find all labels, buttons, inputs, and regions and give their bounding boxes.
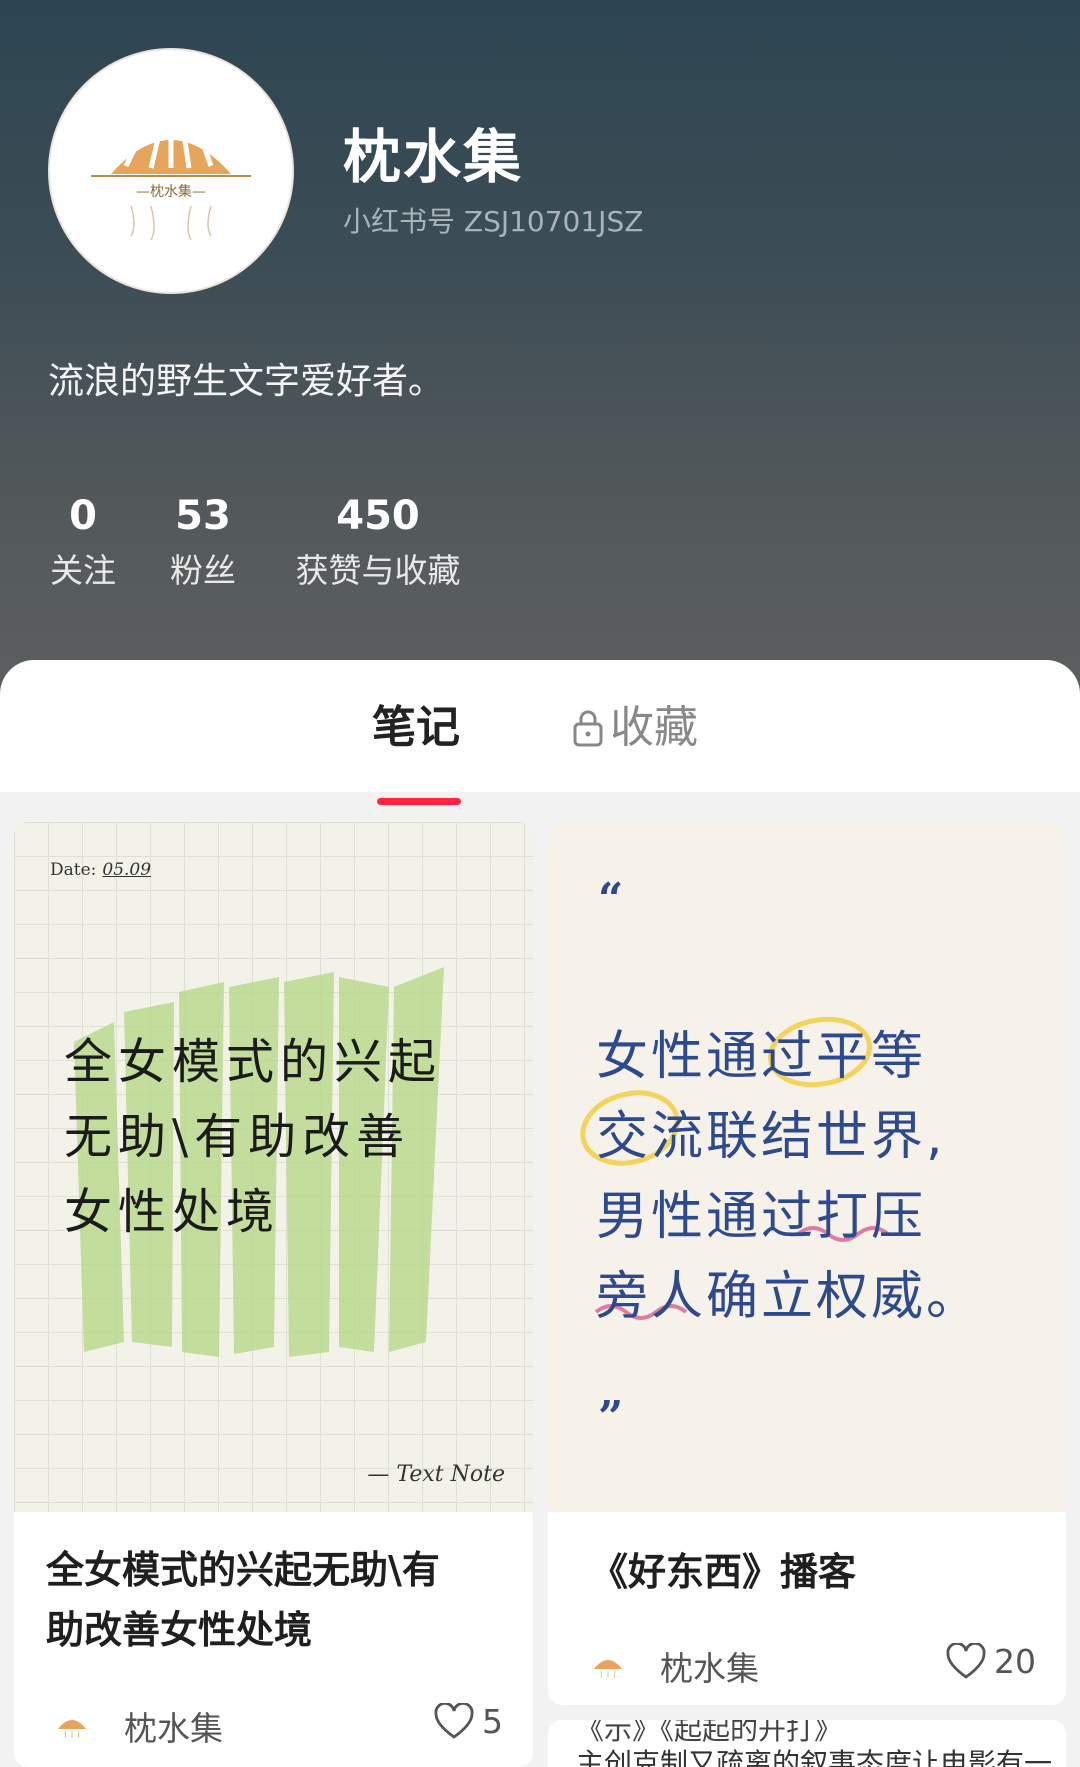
stat-following[interactable]: 0 关注 xyxy=(48,490,118,600)
close-quote-mark: ” xyxy=(598,1392,624,1443)
brand-logo-icon xyxy=(58,1720,86,1739)
cover-text-line: 旁人确立权威。 xyxy=(596,1267,982,1327)
cover-date: Date: 05.09 xyxy=(50,860,151,880)
cover-text-line: 女性处境 xyxy=(64,1184,281,1240)
cover-date-label: Date: xyxy=(50,860,97,880)
tab-bar: 笔记 收藏 xyxy=(0,660,1080,805)
tab-notes-label: 笔记 xyxy=(372,702,460,753)
stat-likes-collects[interactable]: 450 获赞与收藏 xyxy=(288,490,468,600)
tab-notes[interactable]: 笔记 xyxy=(372,698,461,805)
profile-id[interactable]: 小红书号 ZSJ10701JSZ xyxy=(343,200,643,240)
brand-logo-icon xyxy=(594,1660,622,1679)
note-card[interactable]: Date: 05.09 全女模式的兴起 无助\有助改善 女性处境 — Text N… xyxy=(14,822,533,1767)
heart-icon xyxy=(434,1702,474,1739)
stat-followers-label: 粉丝 xyxy=(170,551,236,590)
note-author[interactable]: 枕水集 xyxy=(590,1642,759,1690)
note-author[interactable]: 枕水集 xyxy=(54,1702,223,1750)
cover-text-line: 男性通过打压 xyxy=(596,1187,927,1247)
note-teaser-text: 主创克制又疏离的叙事态度让电影有一 xyxy=(576,1747,1053,1767)
cover-text-line: 交流联结世界, xyxy=(596,1107,946,1167)
like-count: 20 xyxy=(994,1642,1036,1681)
stat-likes-count: 450 xyxy=(336,493,420,539)
stat-likes-label: 获赞与收藏 xyxy=(295,551,461,590)
tab-collect[interactable]: 收藏 xyxy=(572,698,698,758)
stat-following-label: 关注 xyxy=(50,551,116,590)
note-title-line: 全女模式的兴起无助\有 xyxy=(46,1548,440,1592)
note-card[interactable]: “ 女性通过平等 交流联结世界, 男性通过打压 旁人确立权威。 ” 《好东西》播… xyxy=(548,822,1066,1705)
author-name: 枕水集 xyxy=(660,1649,759,1688)
note-cover-image[interactable]: “ 女性通过平等 交流联结世界, 男性通过打压 旁人确立权威。 ” xyxy=(548,822,1066,1512)
avatar[interactable]: —枕水集— xyxy=(48,48,294,294)
heart-icon xyxy=(946,1642,986,1679)
stat-following-count: 0 xyxy=(69,493,97,539)
profile-nickname: 枕水集 xyxy=(343,123,524,191)
author-name: 枕水集 xyxy=(124,1709,223,1748)
lock-icon xyxy=(573,710,603,747)
like-button[interactable]: 5 xyxy=(434,1702,503,1741)
note-card[interactable]: 《示》《起起的开打》 主创克制又疏离的叙事态度让电影有一 xyxy=(548,1720,1066,1767)
stat-followers[interactable]: 53 粉丝 xyxy=(166,490,240,600)
profile-header: —枕水集— 枕水集 小红书号 ZSJ10701JSZ 流浪的野生文字爱好者。 0… xyxy=(0,0,1080,700)
like-button[interactable]: 20 xyxy=(946,1642,1036,1681)
note-title-line: 《好东西》播客 xyxy=(590,1550,857,1594)
tab-active-indicator xyxy=(377,798,461,805)
like-count: 5 xyxy=(482,1702,503,1741)
author-avatar xyxy=(54,1708,90,1744)
profile-bio: 流浪的野生文字爱好者。 xyxy=(48,361,445,402)
brand-logo-icon: —枕水集— xyxy=(91,124,251,241)
note-cover-image[interactable]: Date: 05.09 全女模式的兴起 无助\有助改善 女性处境 — Text N… xyxy=(14,822,533,1512)
note-title-line: 助改善女性处境 xyxy=(46,1608,313,1652)
cover-text-line: 无助\有助改善 xyxy=(64,1109,411,1165)
cover-date-value: 05.09 xyxy=(102,860,152,880)
cover-signature: — Text Note xyxy=(367,1462,505,1487)
stat-followers-count: 53 xyxy=(175,493,231,539)
cover-text-line: 女性通过平等 xyxy=(596,1027,927,1087)
svg-text:—枕水集—: —枕水集— xyxy=(136,183,206,200)
author-avatar xyxy=(590,1648,626,1684)
tab-collect-label: 收藏 xyxy=(610,702,698,753)
cover-text-line: 全女模式的兴起 xyxy=(64,1034,443,1090)
